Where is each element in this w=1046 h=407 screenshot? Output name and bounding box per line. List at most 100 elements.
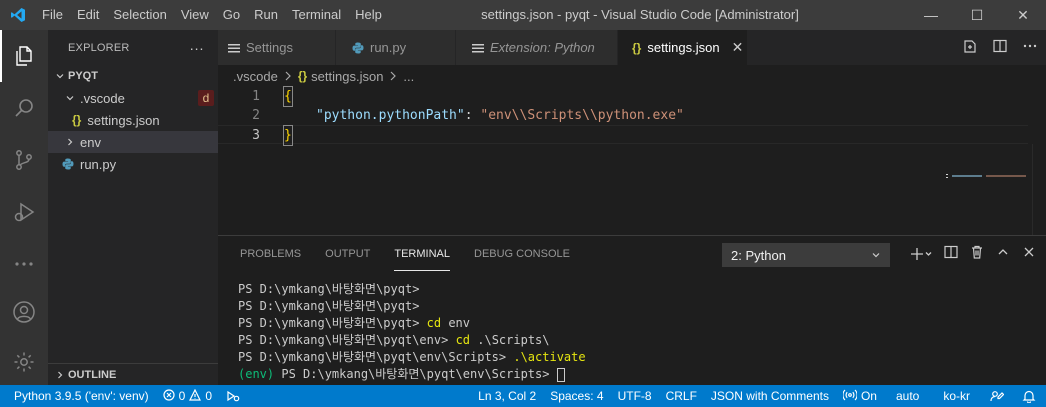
editor-tabs: Settings run.py Extension: Python {} set… [218, 30, 1046, 65]
code-editor[interactable]: 1 { 2 "python.pythonPath": "env\\Scripts… [218, 86, 1046, 292]
line-number: 2 [252, 108, 260, 123]
chevron-down-icon [62, 93, 78, 103]
status-eol[interactable]: CRLF [659, 385, 704, 407]
minimize-button[interactable]: — [908, 0, 954, 30]
warning-icon [189, 388, 202, 404]
line-number: 3 [252, 128, 260, 143]
title-bar: File Edit Selection View Go Run Terminal… [0, 0, 1046, 30]
breadcrumb: .vscode {} settings.json ... [218, 65, 1046, 87]
chevron-right-icon [389, 69, 397, 84]
feedback-icon[interactable] [982, 385, 1012, 407]
terminal-select[interactable]: 2: Python [722, 243, 890, 267]
status-python-label: Python 3.9.5 ('env': venv) [14, 389, 149, 403]
outline-section[interactable]: OUTLINE [48, 363, 218, 385]
settings-file-icon [228, 42, 240, 54]
menu-terminal[interactable]: Terminal [285, 0, 348, 30]
tab-terminal[interactable]: TERMINAL [394, 236, 450, 271]
close-panel-icon[interactable] [1022, 245, 1036, 262]
tree-item-label: .vscode [80, 90, 125, 106]
tab-output[interactable]: OUTPUT [325, 236, 370, 271]
tab-settings-json[interactable]: {} settings.json ✕ [618, 30, 748, 65]
new-terminal-icon[interactable] [910, 247, 932, 261]
tab-label: run.py [370, 40, 407, 55]
workspace-folder[interactable]: PYQT [48, 65, 218, 87]
explorer-icon[interactable] [0, 30, 48, 82]
status-indentation[interactable]: Spaces: 4 [543, 385, 610, 407]
terminal-arg: .\Scripts\ [470, 333, 550, 347]
chevron-right-icon [52, 370, 68, 380]
tab-settings[interactable]: Settings [218, 30, 336, 65]
code-line: 2 "python.pythonPath": "env\\Scripts\\py… [218, 106, 1028, 125]
activity-bar [0, 30, 48, 385]
status-auto[interactable]: auto [884, 385, 931, 407]
code-open-brace: { [283, 86, 293, 107]
close-tab-icon[interactable]: ✕ [732, 39, 744, 56]
status-problems[interactable]: 0 0 [156, 385, 219, 407]
tree-item-settings-json[interactable]: {} settings.json [48, 109, 218, 131]
terminal-prompt: PS D:\ymkang\바탕화면\pyqt> [238, 299, 420, 313]
source-control-icon[interactable] [0, 134, 48, 186]
breadcrumb-folder[interactable]: .vscode [233, 69, 278, 84]
trash-icon[interactable] [970, 245, 984, 262]
maximize-button[interactable]: ☐ [954, 0, 1000, 30]
tab-extension-python[interactable]: Extension: Python [456, 30, 618, 65]
menu-selection[interactable]: Selection [106, 0, 173, 30]
run-tests-icon[interactable] [219, 385, 247, 407]
menu-bar: File Edit Selection View Go Run Terminal… [35, 0, 389, 30]
search-icon[interactable] [0, 82, 48, 134]
terminal-env-prefix: (env) [238, 367, 275, 381]
terminal[interactable]: PS D:\ymkang\바탕화면\pyqt> PS D:\ymkang\바탕화… [218, 271, 1046, 383]
minimap[interactable] [946, 174, 1032, 178]
menu-file[interactable]: File [35, 0, 70, 30]
terminal-line: PS D:\ymkang\바탕화면\pyqt\env\Scripts> .\ac… [238, 349, 1046, 366]
tab-debug-console[interactable]: DEBUG CONSOLE [474, 236, 570, 271]
split-editor-icon[interactable] [992, 38, 1008, 57]
settings-gear-icon[interactable] [0, 338, 48, 386]
tree-item-vscode[interactable]: .vscode d [48, 87, 218, 109]
chevron-down-icon [871, 248, 881, 263]
status-python-interpreter[interactable]: Python 3.9.5 ('env': venv) [0, 385, 156, 407]
tab-label: Settings [246, 40, 293, 55]
window-controls: — ☐ ✕ [908, 0, 1046, 30]
status-live-server[interactable]: On [836, 385, 884, 407]
open-settings-json-icon[interactable] [962, 38, 978, 57]
status-bar: Python 3.9.5 ('env': venv) 0 0 Ln 3, Col… [0, 385, 1046, 407]
more-icon[interactable] [0, 238, 48, 290]
run-debug-icon[interactable] [0, 186, 48, 238]
menu-go[interactable]: Go [216, 0, 247, 30]
status-cursor-position[interactable]: Ln 3, Col 2 [471, 385, 543, 407]
error-icon [163, 388, 175, 404]
tab-problems[interactable]: PROBLEMS [240, 236, 301, 271]
python-file-icon [62, 158, 74, 170]
terminal-command: .\activate [513, 350, 586, 364]
terminal-command: cd [455, 333, 471, 347]
tree-item-run-py[interactable]: run.py [48, 153, 218, 175]
menu-view[interactable]: View [174, 0, 216, 30]
breadcrumb-rest[interactable]: ... [403, 69, 414, 84]
vscode-logo-icon [0, 0, 35, 30]
status-language-mode[interactable]: JSON with Comments [704, 385, 836, 407]
explorer-more-button[interactable]: ··· [189, 40, 204, 56]
explorer-header: EXPLORER ··· [48, 30, 218, 65]
menu-edit[interactable]: Edit [70, 0, 106, 30]
breadcrumb-file[interactable]: settings.json [311, 69, 383, 84]
split-terminal-icon[interactable] [944, 245, 958, 262]
notifications-bell-icon[interactable] [1012, 385, 1046, 407]
bottom-panel: PROBLEMS OUTPUT TERMINAL DEBUG CONSOLE 2… [218, 235, 1046, 385]
more-actions-icon[interactable] [1022, 38, 1038, 57]
tree-item-env[interactable]: env [48, 131, 218, 153]
tab-run-py[interactable]: run.py [336, 30, 456, 65]
chevron-right-icon [284, 69, 292, 84]
explorer-title: EXPLORER [68, 41, 130, 54]
terminal-arg: env [441, 316, 471, 330]
close-window-button[interactable]: ✕ [1000, 0, 1046, 30]
maximize-panel-icon[interactable] [996, 245, 1010, 262]
code-line: 1 { [218, 86, 1028, 107]
broadcast-icon [842, 389, 858, 404]
status-encoding[interactable]: UTF-8 [611, 385, 659, 407]
terminal-line: PS D:\ymkang\바탕화면\pyqt> [238, 281, 1046, 298]
terminal-prompt: PS D:\ymkang\바탕화면\pyqt> [238, 282, 420, 296]
status-locale[interactable]: ko-kr [931, 385, 982, 407]
menu-run[interactable]: Run [247, 0, 285, 30]
account-icon[interactable] [0, 288, 48, 336]
